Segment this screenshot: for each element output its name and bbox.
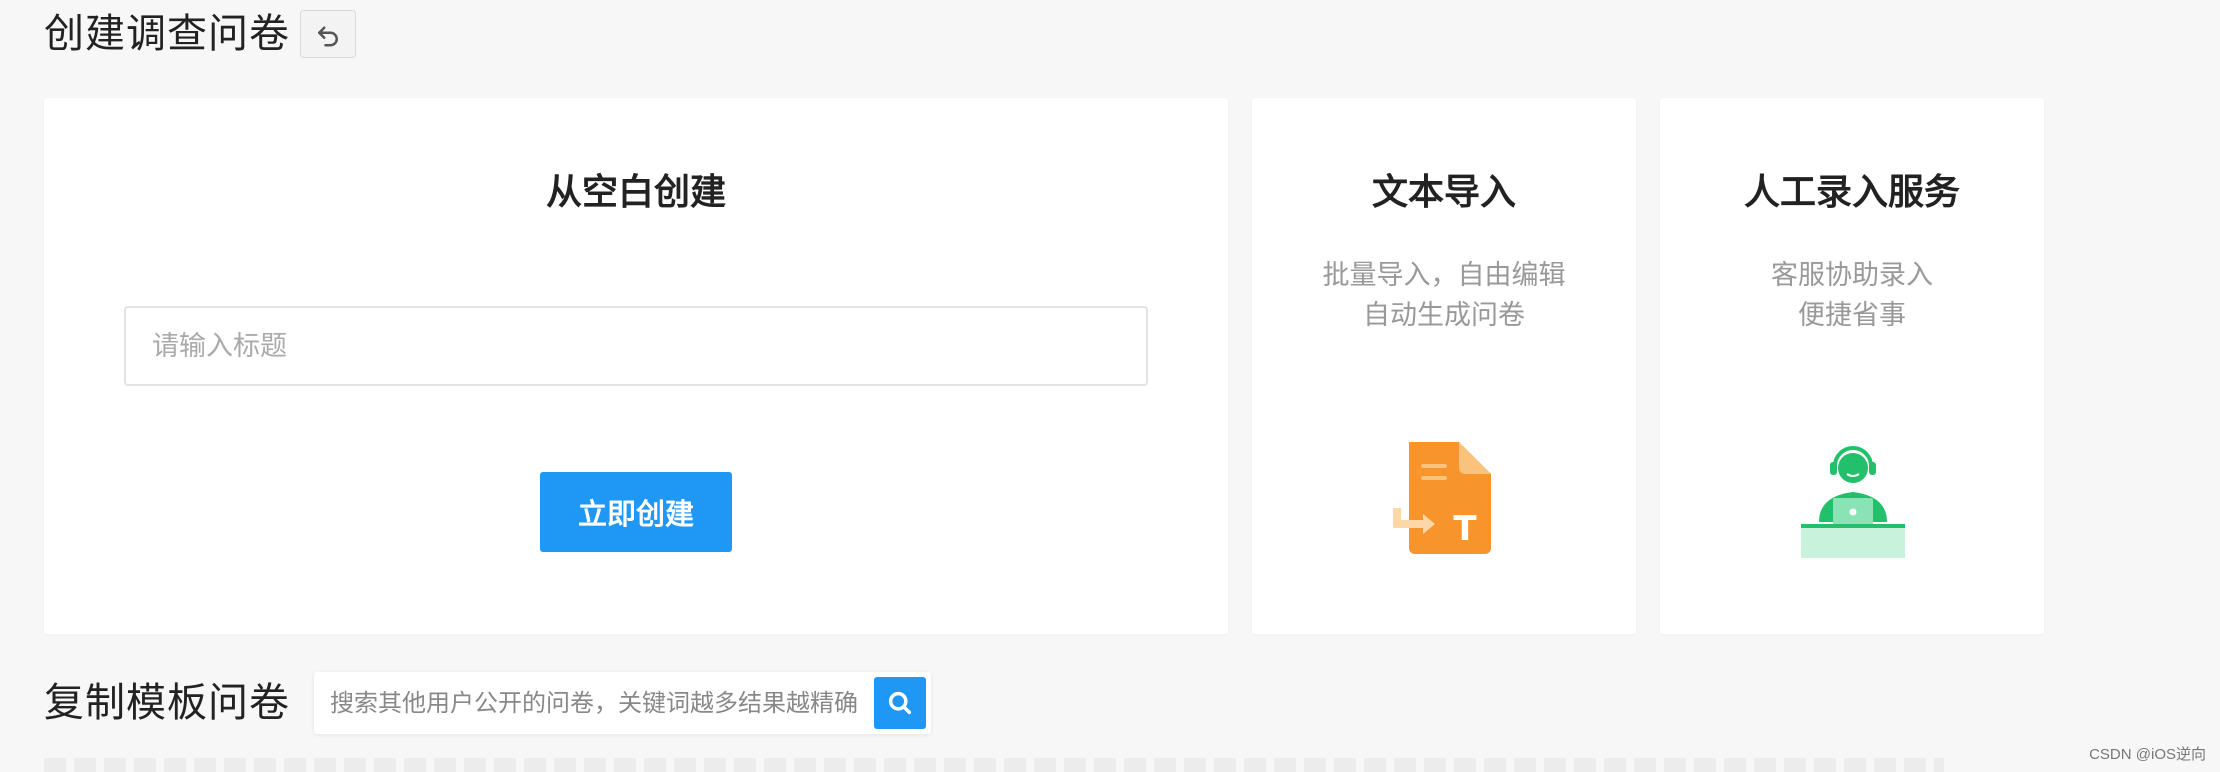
create-now-button[interactable]: 立即创建 — [540, 472, 732, 552]
search-icon — [888, 691, 912, 715]
back-button[interactable] — [300, 10, 356, 58]
survey-title-input[interactable] — [124, 306, 1148, 386]
svg-text:T: T — [1453, 509, 1477, 549]
text-import-desc-line2: 自动生成问卷 — [1363, 300, 1525, 331]
template-section: 复制模板问卷 — [44, 668, 931, 738]
document-import-icon: T — [1393, 442, 1491, 554]
text-import-description: 批量导入，自由编辑 自动生成问卷 — [1252, 256, 1636, 336]
template-search-input[interactable] — [314, 672, 874, 734]
page-title: 创建调查问卷 — [44, 11, 290, 57]
template-list-peek — [44, 758, 1944, 772]
template-search-box — [314, 672, 931, 734]
create-blank-card: 从空白创建 立即创建 — [44, 98, 1228, 634]
undo-arrow-icon — [318, 26, 338, 47]
page-header: 创建调查问卷 — [44, 8, 356, 60]
watermark: CSDN @iOS逆向 — [2089, 746, 2206, 763]
manual-entry-desc-line2: 便捷省事 — [1798, 300, 1906, 331]
manual-entry-card[interactable]: 人工录入服务 客服协助录入 便捷省事 — [1660, 98, 2044, 634]
customer-service-agent-icon — [1801, 446, 1905, 558]
text-import-desc-line1: 批量导入，自由编辑 — [1322, 260, 1566, 291]
manual-entry-desc-line1: 客服协助录入 — [1771, 260, 1933, 291]
text-import-card[interactable]: 文本导入 批量导入，自由编辑 自动生成问卷 T — [1252, 98, 1636, 634]
manual-entry-description: 客服协助录入 便捷省事 — [1660, 256, 2044, 336]
search-button[interactable] — [874, 677, 926, 729]
page: 创建调查问卷 从空白创建 立即创建 文本导入 批量导入，自由编辑 自动生成问卷 … — [0, 0, 2220, 772]
create-blank-title: 从空白创建 — [545, 172, 726, 213]
manual-entry-title: 人工录入服务 — [1743, 172, 1960, 213]
text-import-title: 文本导入 — [1371, 172, 1516, 213]
template-title: 复制模板问卷 — [44, 680, 290, 726]
